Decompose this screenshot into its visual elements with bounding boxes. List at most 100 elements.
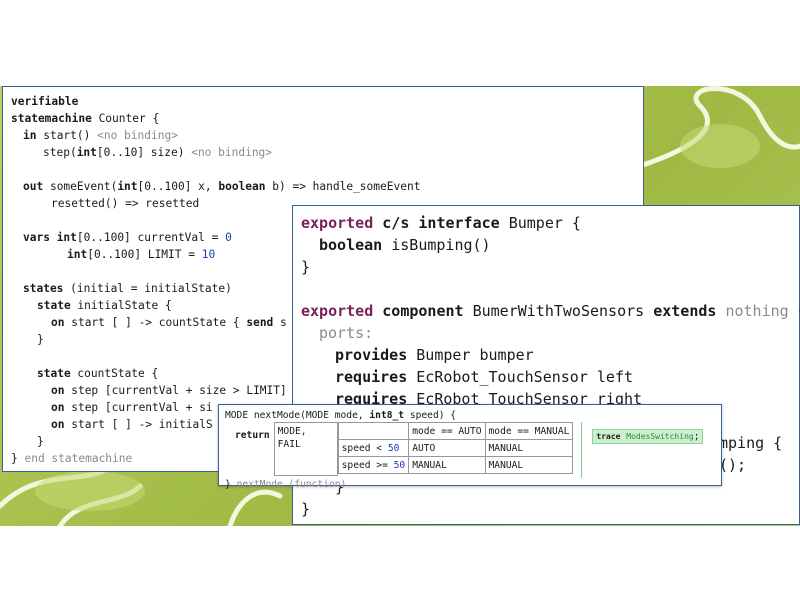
- code-line: provides Bumper bumper: [301, 344, 791, 366]
- keyword: int: [49, 231, 77, 244]
- keyword: exported: [301, 214, 374, 232]
- keyword: state: [37, 299, 71, 312]
- code-line: verifiable: [11, 93, 635, 110]
- end-marker: end statemachine: [24, 452, 133, 465]
- function-footer: } nextMode (function): [225, 478, 715, 491]
- code-text: step [currentVal + size > LIMIT]: [64, 384, 287, 397]
- decision-table: mode == AUTO mode == MANUAL speed < 50 A…: [337, 422, 574, 474]
- code-text: BumerWithTwoSensors: [463, 302, 654, 320]
- keyword: on: [51, 384, 65, 397]
- keyword: boolean: [319, 236, 383, 254]
- section-label: ports:: [319, 324, 374, 342]
- keyword: requires: [335, 368, 408, 386]
- code-text: {: [789, 302, 800, 320]
- code-text: nothing: [716, 302, 789, 320]
- keyword: provides: [335, 346, 408, 364]
- keyword: component: [373, 302, 464, 320]
- code-text: s: [273, 316, 287, 329]
- code-text: Bumper {: [499, 214, 581, 232]
- row-header: speed >= 50: [337, 456, 410, 474]
- table-row: speed < 50 AUTO MANUAL: [337, 439, 574, 457]
- code-text: Counter {: [91, 112, 160, 125]
- keyword: verifiable: [11, 95, 79, 108]
- code-line: in start() <no binding>: [11, 127, 635, 144]
- number-literal: 50: [393, 459, 406, 471]
- table-row: speed >= 50 MANUAL MANUAL: [337, 456, 574, 474]
- code-text: start(): [36, 129, 98, 142]
- code-line: ports:: [301, 322, 791, 344]
- code-line: exported c/s interface Bumper {: [301, 212, 791, 234]
- binding-hint: <no binding>: [97, 129, 178, 142]
- result-type: MODE, FAIL: [277, 426, 307, 450]
- code-text: speed) {: [404, 410, 457, 421]
- code-text: isBumping(): [382, 236, 491, 254]
- code-text: }: [301, 500, 311, 518]
- keyword: in: [23, 129, 37, 142]
- code-text: step(: [43, 146, 77, 159]
- keyword: states: [23, 282, 64, 295]
- code-text: [0..100] x,: [137, 180, 219, 193]
- trace-annotation[interactable]: trace ModesSwitching;: [592, 429, 704, 444]
- code-text: [0..10] size): [96, 146, 192, 159]
- table-cell: AUTO: [408, 439, 486, 457]
- code-text: [0..100] currentVal =: [76, 231, 226, 244]
- code-text: ();: [719, 456, 747, 474]
- result-type-cell: MODE, FAIL: [273, 422, 338, 476]
- code-text: someEvent(: [43, 180, 118, 193]
- keyword: out: [23, 180, 44, 193]
- condition-text: speed >=: [341, 459, 394, 471]
- keyword: int: [67, 248, 88, 261]
- keyword: int: [76, 146, 97, 159]
- column-header: mode == AUTO: [408, 422, 486, 440]
- code-line: }: [301, 498, 791, 520]
- code-text: countState {: [70, 367, 159, 380]
- table-cell: MANUAL: [484, 456, 574, 474]
- keyword: statemachine: [11, 112, 92, 125]
- trace-semicolon: ;: [693, 431, 700, 442]
- code-text: start [ ] -> initialS: [64, 418, 213, 431]
- keyword: on: [51, 418, 65, 431]
- table-row: mode == AUTO mode == MANUAL: [337, 422, 574, 440]
- code-line: statemachine Counter {: [11, 110, 635, 127]
- keyword: extends: [653, 302, 717, 320]
- return-keyword: return: [235, 430, 270, 441]
- decision-row: return MODE, FAIL mode == AUTO mode == M…: [225, 422, 715, 478]
- table-cell: MANUAL: [408, 456, 486, 474]
- function-header: MODE nextMode(MODE mode, int8_t speed) {: [225, 409, 715, 422]
- code-line: exported component BumerWithTwoSensors e…: [301, 300, 800, 322]
- code-text: }: [301, 258, 311, 276]
- code-line: }: [301, 256, 791, 278]
- keyword: int: [117, 180, 138, 193]
- trace-bracket: [581, 422, 583, 478]
- trace-keyword: trace: [596, 432, 621, 441]
- code-line: out someEvent(int[0..100] x, boolean b) …: [11, 178, 635, 195]
- end-marker: nextMode (function): [236, 479, 347, 490]
- keyword: state: [37, 367, 71, 380]
- row-header: speed < 50: [337, 439, 410, 457]
- code-text: step [currentVal + si: [64, 401, 213, 414]
- code-text: initialState {: [70, 299, 172, 312]
- keyword: boolean: [218, 180, 266, 193]
- keyword: on: [51, 316, 65, 329]
- code-text: start [ ] -> countState {: [64, 316, 247, 329]
- code-text: MODE nextMode(MODE mode,: [225, 410, 370, 421]
- code-line: requires EcRobot_TouchSensor left: [301, 366, 791, 388]
- code-text: }: [37, 435, 44, 448]
- column-header: mode == MANUAL: [484, 422, 574, 440]
- code-text: [0..100] LIMIT =: [87, 248, 202, 261]
- binding-hint: <no binding>: [191, 146, 273, 159]
- code-text: mping {: [719, 434, 783, 452]
- keyword: send: [246, 316, 274, 329]
- code-text: (initial = initialState): [63, 282, 232, 295]
- keyword: on: [51, 401, 65, 414]
- code-line: boolean isBumping(): [301, 234, 791, 256]
- keyword: c/s interface: [373, 214, 500, 232]
- code-text: }: [225, 479, 237, 490]
- code-text: EcRobot_TouchSensor left: [407, 368, 634, 386]
- code-text: Bumper bumper: [407, 346, 534, 364]
- code-text: }: [37, 333, 44, 346]
- keyword: exported: [301, 302, 374, 320]
- condition-text: speed <: [341, 442, 388, 454]
- code-text: }: [11, 452, 25, 465]
